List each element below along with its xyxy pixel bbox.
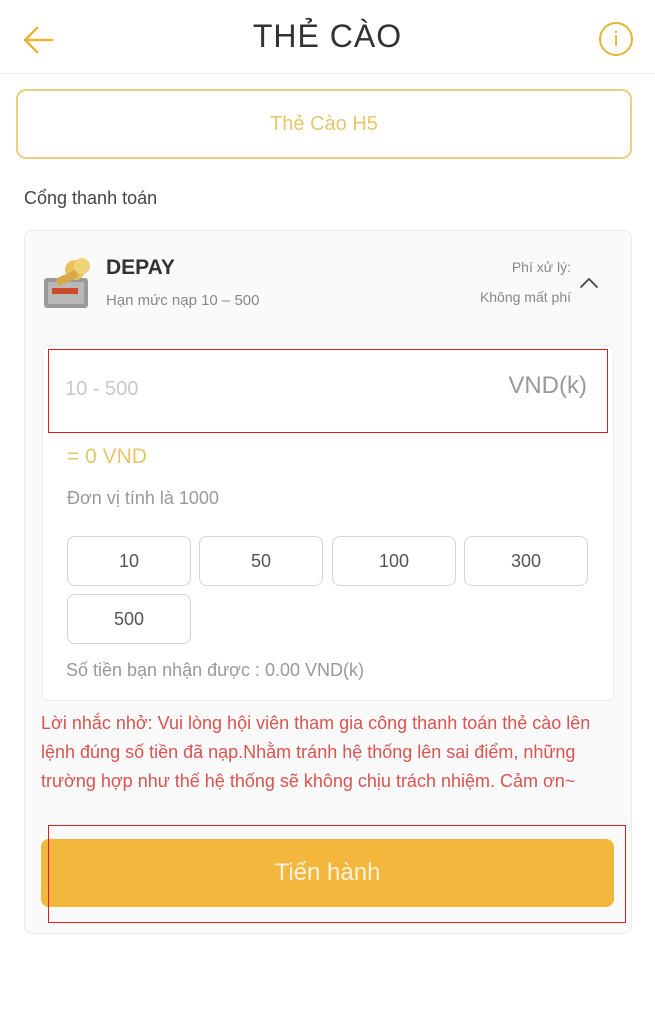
converted-amount: = 0 VND [67, 445, 147, 468]
collapse-toggle[interactable] [576, 272, 602, 294]
tab-scratch-card-h5[interactable]: Thẻ Cào H5 [16, 89, 632, 159]
reminder-text: Lời nhắc nhở: Vui lòng hội viên tham gia… [41, 713, 591, 791]
gateway-section-label: Cổng thanh toán [24, 188, 158, 208]
fee-label: Phí xử lý: [511, 259, 571, 275]
amount-unit: VND(k) [508, 372, 587, 399]
receive-amount-text: Số tiền bạn nhận được : 0.00 VND(k) [66, 660, 365, 680]
fee-value: Không mất phí [479, 289, 571, 305]
info-button[interactable]: i [599, 22, 633, 56]
quick-amount-300[interactable]: 300 [464, 536, 588, 586]
quick-amount-100[interactable]: 100 [332, 536, 456, 586]
chevron-up-icon [580, 278, 598, 288]
quick-amount-10[interactable]: 10 [67, 536, 191, 586]
quick-amount-50[interactable]: 50 [199, 536, 323, 586]
unit-note: Đơn vị tính là 1000 [67, 488, 219, 508]
amount-input[interactable] [65, 372, 445, 406]
header-bar: THẺ CÀO i [0, 0, 655, 74]
depay-logo-icon [42, 256, 98, 310]
info-icon: i [613, 27, 619, 51]
amount-field: VND(k) [48, 349, 608, 433]
quick-amount-500[interactable]: 500 [67, 594, 191, 644]
page-title: THẺ CÀO [252, 18, 403, 54]
proceed-button[interactable]: Tiến hành [41, 839, 614, 907]
provider-name: DEPAY [106, 256, 175, 279]
provider-limit: Hạn mức nạp 10 – 500 [106, 292, 260, 309]
